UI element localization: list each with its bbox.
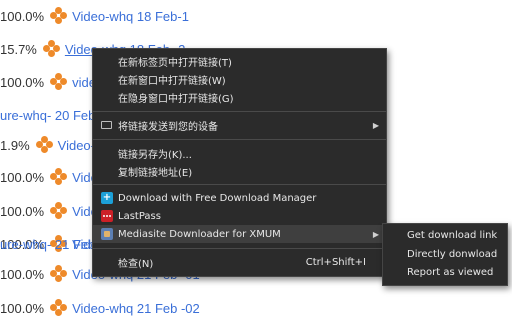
menu-item-label: 在隐身窗口中打开链接(G) <box>118 93 234 105</box>
lastpass-icon <box>101 210 113 222</box>
menu-item-open-new-tab[interactable]: 在新标签页中打开链接(T) <box>93 52 386 70</box>
menu-item-label: 在新标签页中打开链接(T) <box>118 57 232 69</box>
menu-item-label: 复制链接地址(E) <box>118 167 193 179</box>
orange-dots-icon <box>50 7 68 25</box>
progress-percent: 100.0% <box>0 74 45 90</box>
devices-icon <box>101 121 112 129</box>
fdm-icon: + <box>101 192 113 204</box>
menu-item-download-fdm[interactable]: + Download with Free Download Manager <box>93 189 386 207</box>
orange-dots-icon <box>50 202 68 220</box>
list-item[interactable]: 100.0% Video-whq 21 Feb -02 <box>0 298 200 318</box>
submenu-arrow-icon: ▶ <box>372 229 379 239</box>
menu-item-label: 链接另存为(K)... <box>118 149 192 161</box>
menu-separator <box>93 111 386 112</box>
shortcut-text: Ctrl+Shift+I <box>305 256 366 268</box>
menu-separator <box>93 248 386 249</box>
progress-percent: 100.0% <box>0 203 45 219</box>
video-link[interactable]: Video-whq 21 Feb -02 <box>72 301 200 316</box>
orange-dots-icon <box>50 168 68 186</box>
menu-separator <box>93 184 386 185</box>
context-menu: 在新标签页中打开链接(T) 在新窗口中打开链接(W) 在隐身窗口中打开链接(G)… <box>92 48 387 277</box>
menu-item-label: Download with Free Download Manager <box>118 192 317 204</box>
video-link[interactable]: Video-whq 18 Feb-1 <box>72 9 189 24</box>
submenu-item-get-download-link[interactable]: Get download link <box>407 226 497 244</box>
menu-item-label: 将链接发送到您的设备 <box>118 121 218 133</box>
menu-item-label: 检查(N) <box>118 258 154 270</box>
submenu-item-label: Directly donwload <box>407 248 498 260</box>
orange-dots-icon <box>50 73 68 91</box>
menu-item-inspect[interactable]: 检查(N) Ctrl+Shift+I <box>93 253 386 271</box>
menu-item-save-link-as[interactable]: 链接另存为(K)... <box>93 144 386 162</box>
orange-dots-icon <box>35 136 54 154</box>
section-heading-link[interactable]: ure-whq- 20 Feb <box>0 108 95 123</box>
submenu-item-directly-download[interactable]: Directly donwload <box>407 245 497 263</box>
section-heading-link[interactable]: ure-whq- 21 Feb <box>0 237 95 252</box>
menu-item-label: Mediasite Downloader for XMUM <box>118 228 281 240</box>
section-heading[interactable]: ure-whq- 21 Feb <box>0 234 95 254</box>
submenu-item-report-as-viewed[interactable]: Report as viewed <box>407 263 493 281</box>
menu-item-mediasite-downloader[interactable]: Mediasite Downloader for XMUM ▶ <box>93 225 386 243</box>
section-heading[interactable]: ure-whq- 20 Feb <box>0 105 95 125</box>
submenu-item-label: Report as viewed <box>407 266 494 278</box>
progress-percent: 100.0% <box>0 266 45 282</box>
video-link[interactable]: Video- <box>58 138 95 153</box>
list-item[interactable]: 1.9% Video- <box>0 135 95 155</box>
menu-item-label: LastPass <box>118 210 161 222</box>
submenu-arrow-icon: ▶ <box>372 120 379 130</box>
menu-item-send-to-devices[interactable]: 将链接发送到您的设备 ▶ <box>93 116 386 134</box>
mediasite-submenu: Get download link Directly donwload Repo… <box>382 223 508 286</box>
mediasite-icon <box>101 228 113 240</box>
progress-percent: 100.0% <box>0 8 45 24</box>
menu-separator <box>93 139 386 140</box>
progress-percent: 100.0% <box>0 169 45 185</box>
orange-dots-icon <box>50 299 68 317</box>
progress-percent: 100.0% <box>0 300 45 316</box>
progress-percent: 1.9% <box>0 137 30 153</box>
list-item[interactable]: 100.0% Video-whq 18 Feb-1 <box>0 6 189 26</box>
menu-item-lastpass[interactable]: LastPass <box>93 207 386 225</box>
orange-dots-icon <box>50 265 68 283</box>
menu-item-open-incognito[interactable]: 在隐身窗口中打开链接(G) <box>93 88 386 106</box>
menu-item-label: 在新窗口中打开链接(W) <box>118 75 226 87</box>
orange-dots-icon <box>42 40 61 58</box>
menu-item-copy-link-address[interactable]: 复制链接地址(E) <box>93 162 386 180</box>
list-item[interactable]: 100.0% video <box>0 72 103 92</box>
progress-percent: 15.7% <box>0 41 37 57</box>
menu-item-open-new-window[interactable]: 在新窗口中打开链接(W) <box>93 70 386 88</box>
submenu-item-label: Get download link <box>407 229 498 241</box>
